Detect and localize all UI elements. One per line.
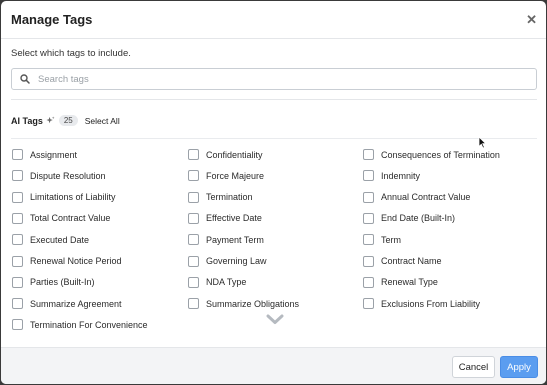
tag-checkbox[interactable] xyxy=(188,149,199,160)
tag-checkbox[interactable] xyxy=(188,170,199,182)
divider xyxy=(11,99,537,100)
tag-label: NDA Type xyxy=(206,277,247,288)
tag-label: Indemnity xyxy=(381,170,421,181)
sparkle-icon xyxy=(46,116,55,124)
tag-option[interactable]: Contract Name xyxy=(363,255,442,267)
search-input[interactable] xyxy=(36,72,520,86)
select-all-link[interactable]: Select All xyxy=(85,116,120,126)
tag-label: Dispute Resolution xyxy=(30,170,106,181)
tag-option[interactable]: Summarize Agreement xyxy=(12,298,122,310)
tag-label: Limitations of Liability xyxy=(30,192,116,203)
tag-label: Summarize Agreement xyxy=(30,298,122,309)
tag-checkbox[interactable] xyxy=(363,255,374,267)
tag-option[interactable]: Effective Date xyxy=(188,212,262,224)
manage-tags-dialog: Manage Tags ✕ Select which tags to inclu… xyxy=(1,1,546,384)
tag-label: Term xyxy=(381,234,401,245)
tag-option[interactable]: Renewal Type xyxy=(363,276,438,288)
tag-label: Effective Date xyxy=(206,213,262,224)
tag-checkbox[interactable] xyxy=(12,319,23,331)
tag-label: Governing Law xyxy=(206,256,267,266)
tag-label: Force Majeure xyxy=(206,170,265,181)
tag-checkbox[interactable] xyxy=(363,170,374,182)
tag-option[interactable]: Annual Contract Value xyxy=(363,191,471,203)
tag-option[interactable]: Executed Date xyxy=(12,234,90,246)
tag-checkbox[interactable] xyxy=(12,191,23,203)
tag-label: Exclusions From Liability xyxy=(381,298,481,309)
tag-label: Contract Name xyxy=(381,256,442,266)
tag-label: Renewal Type xyxy=(381,277,438,288)
tag-label: Payment Term xyxy=(206,234,264,245)
dialog-header: Manage Tags ✕ xyxy=(1,1,546,39)
tag-label: End Date (Built-In) xyxy=(381,213,456,224)
section-label: AI Tags xyxy=(11,115,43,126)
tag-label: Renewal Notice Period xyxy=(30,256,122,266)
tag-checkbox[interactable] xyxy=(12,298,23,310)
tag-label: Parties (Built-In) xyxy=(30,277,95,288)
tag-checkbox[interactable] xyxy=(188,298,199,310)
dialog-title: Manage Tags xyxy=(11,12,93,27)
tag-option[interactable]: Force Majeure xyxy=(188,170,265,182)
tag-checkbox[interactable] xyxy=(188,276,199,288)
tag-option[interactable]: Renewal Notice Period xyxy=(12,255,122,267)
tag-option[interactable]: Parties (Built-In) xyxy=(12,276,95,288)
chevron-down-icon[interactable] xyxy=(266,312,284,330)
tag-checkbox[interactable] xyxy=(12,212,23,224)
tag-checkbox[interactable] xyxy=(188,191,199,203)
tag-option[interactable]: Payment Term xyxy=(188,234,264,246)
tag-checkbox[interactable] xyxy=(363,276,374,288)
search-icon xyxy=(20,74,30,84)
tag-checkbox[interactable] xyxy=(12,149,23,160)
divider xyxy=(11,138,537,139)
tag-count-badge: 25 xyxy=(58,115,78,126)
tag-option[interactable]: Termination xyxy=(188,191,253,203)
dialog-subtitle: Select which tags to include. xyxy=(11,48,131,59)
tag-option[interactable]: Governing Law xyxy=(188,255,267,267)
apply-button[interactable]: Apply xyxy=(500,356,538,378)
tag-label: Confidentiality xyxy=(206,149,263,160)
tag-label: Termination For Convenience xyxy=(30,319,148,330)
tag-checkbox[interactable] xyxy=(188,212,199,224)
tag-checkbox[interactable] xyxy=(188,255,199,267)
cancel-button[interactable]: Cancel xyxy=(452,356,495,378)
close-icon[interactable]: ✕ xyxy=(526,12,537,28)
tag-label: Annual Contract Value xyxy=(381,192,471,203)
tag-option[interactable]: Indemnity xyxy=(363,170,421,182)
tag-option[interactable]: Limitations of Liability xyxy=(12,191,116,203)
tag-option[interactable]: Consequences of Termination xyxy=(363,149,500,160)
tag-checkbox[interactable] xyxy=(363,149,374,160)
tag-option[interactable]: NDA Type xyxy=(188,276,247,288)
tag-label: Termination xyxy=(206,192,253,203)
tag-label: Consequences of Termination xyxy=(381,149,500,160)
tag-label: Total Contract Value xyxy=(30,213,111,224)
mouse-cursor-icon xyxy=(478,136,487,149)
tag-label: Summarize Obligations xyxy=(206,298,300,309)
tag-checkbox[interactable] xyxy=(188,234,199,246)
tag-checkbox[interactable] xyxy=(12,234,23,246)
tag-option[interactable]: Total Contract Value xyxy=(12,212,111,224)
tag-option[interactable]: Exclusions From Liability xyxy=(363,298,481,310)
tag-label: Assignment xyxy=(30,149,78,160)
tag-checkbox[interactable] xyxy=(12,255,23,267)
tag-label: Executed Date xyxy=(30,234,90,245)
tag-checkbox[interactable] xyxy=(363,298,374,310)
tag-checkbox[interactable] xyxy=(12,170,23,182)
tag-checkbox[interactable] xyxy=(363,191,374,203)
tag-option[interactable]: Assignment xyxy=(12,149,77,160)
tag-option[interactable]: Confidentiality xyxy=(188,149,263,160)
tag-option[interactable]: Summarize Obligations xyxy=(188,298,300,310)
tag-option[interactable]: Term xyxy=(363,234,401,246)
ai-tags-section-header: AI Tags 25 Select All xyxy=(11,115,120,126)
search-box[interactable] xyxy=(11,68,537,90)
tag-checkbox[interactable] xyxy=(363,234,374,246)
tag-option[interactable]: Termination For Convenience xyxy=(12,319,148,331)
tag-option[interactable]: End Date (Built-In) xyxy=(363,212,456,224)
tag-checkbox[interactable] xyxy=(363,212,374,224)
tag-checkbox[interactable] xyxy=(12,276,23,288)
tag-option[interactable]: Dispute Resolution xyxy=(12,170,106,182)
